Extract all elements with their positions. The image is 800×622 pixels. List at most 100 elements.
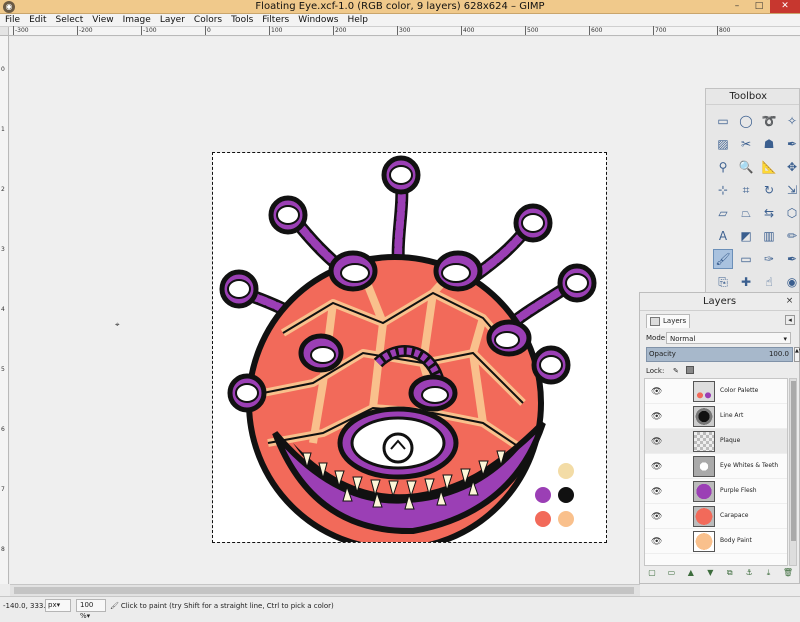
horizontal-ruler[interactable]: -300 -200 -100 0 100 200 300 400 500 600 700 800 xyxy=(9,26,800,36)
cage-icon[interactable]: ⬡ xyxy=(782,203,800,223)
layer-name[interactable]: Plaque xyxy=(720,437,740,444)
visibility-eye-icon[interactable]: 👁 xyxy=(651,487,662,497)
perspective-icon[interactable]: ⏢ xyxy=(736,203,756,223)
visibility-eye-icon[interactable]: 👁 xyxy=(651,412,662,422)
layer-name[interactable]: Body Paint xyxy=(720,537,752,544)
close-button[interactable]: ✕ xyxy=(770,0,800,13)
menu-file[interactable]: File xyxy=(0,14,24,26)
zoom-icon[interactable]: 🔍 xyxy=(736,157,756,177)
layer-list-scrollbar[interactable] xyxy=(789,378,797,566)
zoom-select[interactable]: 100 %▾ xyxy=(76,599,106,620)
lock-pixels-icon[interactable]: ✎ xyxy=(673,366,681,375)
menu-windows[interactable]: Windows xyxy=(293,14,342,26)
menu-layer[interactable]: Layer xyxy=(155,14,189,26)
shear-icon[interactable]: ▱ xyxy=(713,203,733,223)
opacity-slider[interactable]: Opacity 100.0 xyxy=(646,347,793,362)
flip-icon[interactable]: ⇆ xyxy=(759,203,779,223)
horizontal-scroll-thumb[interactable] xyxy=(14,587,634,594)
menu-edit[interactable]: Edit xyxy=(24,14,50,26)
anchor-button[interactable]: ⚓ xyxy=(743,568,755,580)
layer-buttons: ▢ ▭ ▲ ▼ ⧉ ⚓ ⤓ 🗑 xyxy=(646,568,794,580)
menu-help[interactable]: Help xyxy=(342,14,372,26)
text-icon[interactable]: A xyxy=(713,226,733,246)
menu-image[interactable]: Image xyxy=(118,14,155,26)
menu-tools[interactable]: Tools xyxy=(226,14,257,26)
lower-button[interactable]: ▼ xyxy=(704,568,716,580)
layers-dock-close-icon[interactable]: × xyxy=(784,296,795,307)
clone-icon[interactable]: ⎘ xyxy=(713,272,733,292)
menu-select[interactable]: Select xyxy=(51,14,88,26)
ellipse-select-icon[interactable]: ◯ xyxy=(736,111,756,131)
ruler-tick-label: 500 xyxy=(527,27,539,34)
layer-name[interactable]: Color Palette xyxy=(720,387,758,394)
visibility-eye-icon[interactable]: 👁 xyxy=(651,512,662,522)
tab-menu-icon[interactable]: ◂ xyxy=(785,315,795,325)
menu-filters[interactable]: Filters xyxy=(257,14,293,26)
bucket-fill-icon[interactable]: ◩ xyxy=(736,226,756,246)
align-icon[interactable]: ⊹ xyxy=(713,180,733,200)
select-by-color-icon[interactable]: ▨ xyxy=(713,134,733,154)
new-layer-button[interactable]: ▢ xyxy=(646,568,658,580)
blend-icon[interactable]: ▥ xyxy=(759,226,779,246)
menu-colors[interactable]: Colors xyxy=(189,14,226,26)
eraser-icon[interactable]: ▭ xyxy=(736,249,756,269)
unit-select[interactable]: px▾ xyxy=(45,599,71,612)
duplicate-button[interactable]: ⧉ xyxy=(724,568,736,580)
paths-icon[interactable]: ✒ xyxy=(782,134,800,154)
layer-row[interactable]: 👁 Carapace xyxy=(645,504,787,529)
rect-select-icon[interactable]: ▭ xyxy=(713,111,733,131)
pencil-icon[interactable]: ✏ xyxy=(782,226,800,246)
layer-name[interactable]: Eye Whites & Teeth xyxy=(720,462,778,469)
layer-name[interactable]: Line Art xyxy=(720,412,743,419)
ruler-vertical-label: 0 xyxy=(1,66,5,73)
lock-alpha-icon[interactable] xyxy=(686,366,694,374)
visibility-eye-icon[interactable]: 👁 xyxy=(651,387,662,397)
mode-label: Mode: xyxy=(646,334,668,342)
image-canvas[interactable] xyxy=(212,152,607,543)
scissors-select-icon[interactable]: ✂ xyxy=(736,134,756,154)
paintbrush-icon[interactable]: 🖌 xyxy=(713,249,733,269)
visibility-eye-icon[interactable]: 👁 xyxy=(651,462,662,472)
layer-name[interactable]: Carapace xyxy=(720,512,749,519)
smudge-icon[interactable]: ☝ xyxy=(759,272,779,292)
visibility-eye-icon[interactable]: 👁 xyxy=(651,437,662,447)
ink-icon[interactable]: ✒ xyxy=(782,249,800,269)
foreground-select-icon[interactable]: ☗ xyxy=(759,134,779,154)
minimize-button[interactable]: – xyxy=(726,0,748,13)
layers-tabs: Layers ◂ xyxy=(644,314,797,328)
new-group-button[interactable]: ▭ xyxy=(665,568,677,580)
delete-button[interactable]: 🗑 xyxy=(782,568,794,580)
rotate-icon[interactable]: ↻ xyxy=(759,180,779,200)
layer-row[interactable]: 👁 Color Palette xyxy=(645,379,787,404)
free-select-icon[interactable]: ➰ xyxy=(759,111,779,131)
scale-icon[interactable]: ⇲ xyxy=(782,180,800,200)
move-icon[interactable]: ✥ xyxy=(782,157,800,177)
crop-icon[interactable]: ⌗ xyxy=(736,180,756,200)
layer-row[interactable]: 👁 Body Paint xyxy=(645,529,787,554)
visibility-eye-icon[interactable]: 👁 xyxy=(651,537,662,547)
ruler-vertical-label: 1 xyxy=(1,126,5,133)
merge-down-button[interactable]: ⤓ xyxy=(763,568,775,580)
mode-value: Normal xyxy=(670,335,696,343)
layer-row[interactable]: 👁 Plaque xyxy=(645,429,787,454)
layer-name[interactable]: Purple Flesh xyxy=(720,487,757,494)
tab-layers[interactable]: Layers xyxy=(646,314,690,328)
layer-row[interactable]: 👁 Line Art xyxy=(645,404,787,429)
menu-view[interactable]: View xyxy=(87,14,117,26)
layer-row[interactable]: 👁 Eye Whites & Teeth xyxy=(645,454,787,479)
ruler-corner[interactable] xyxy=(0,27,9,36)
measure-icon[interactable]: 📐 xyxy=(759,157,779,177)
raise-button[interactable]: ▲ xyxy=(685,568,697,580)
horizontal-scrollbar[interactable] xyxy=(10,584,640,596)
vertical-ruler[interactable]: 0123456789 xyxy=(0,36,9,613)
layer-list-scroll-thumb[interactable] xyxy=(791,381,796,541)
heal-icon[interactable]: ✚ xyxy=(736,272,756,292)
fuzzy-select-icon[interactable]: ✧ xyxy=(782,111,800,131)
mode-select[interactable]: Normal ▾ xyxy=(666,332,791,344)
dodge-burn-icon[interactable]: ◉ xyxy=(782,272,800,292)
color-picker-icon[interactable]: ⚲ xyxy=(713,157,733,177)
opacity-spin-button[interactable]: ▲▼ xyxy=(794,347,800,362)
layer-row[interactable]: 👁 Purple Flesh xyxy=(645,479,787,504)
maximize-button[interactable]: □ xyxy=(748,0,770,13)
airbrush-icon[interactable]: ✑ xyxy=(759,249,779,269)
